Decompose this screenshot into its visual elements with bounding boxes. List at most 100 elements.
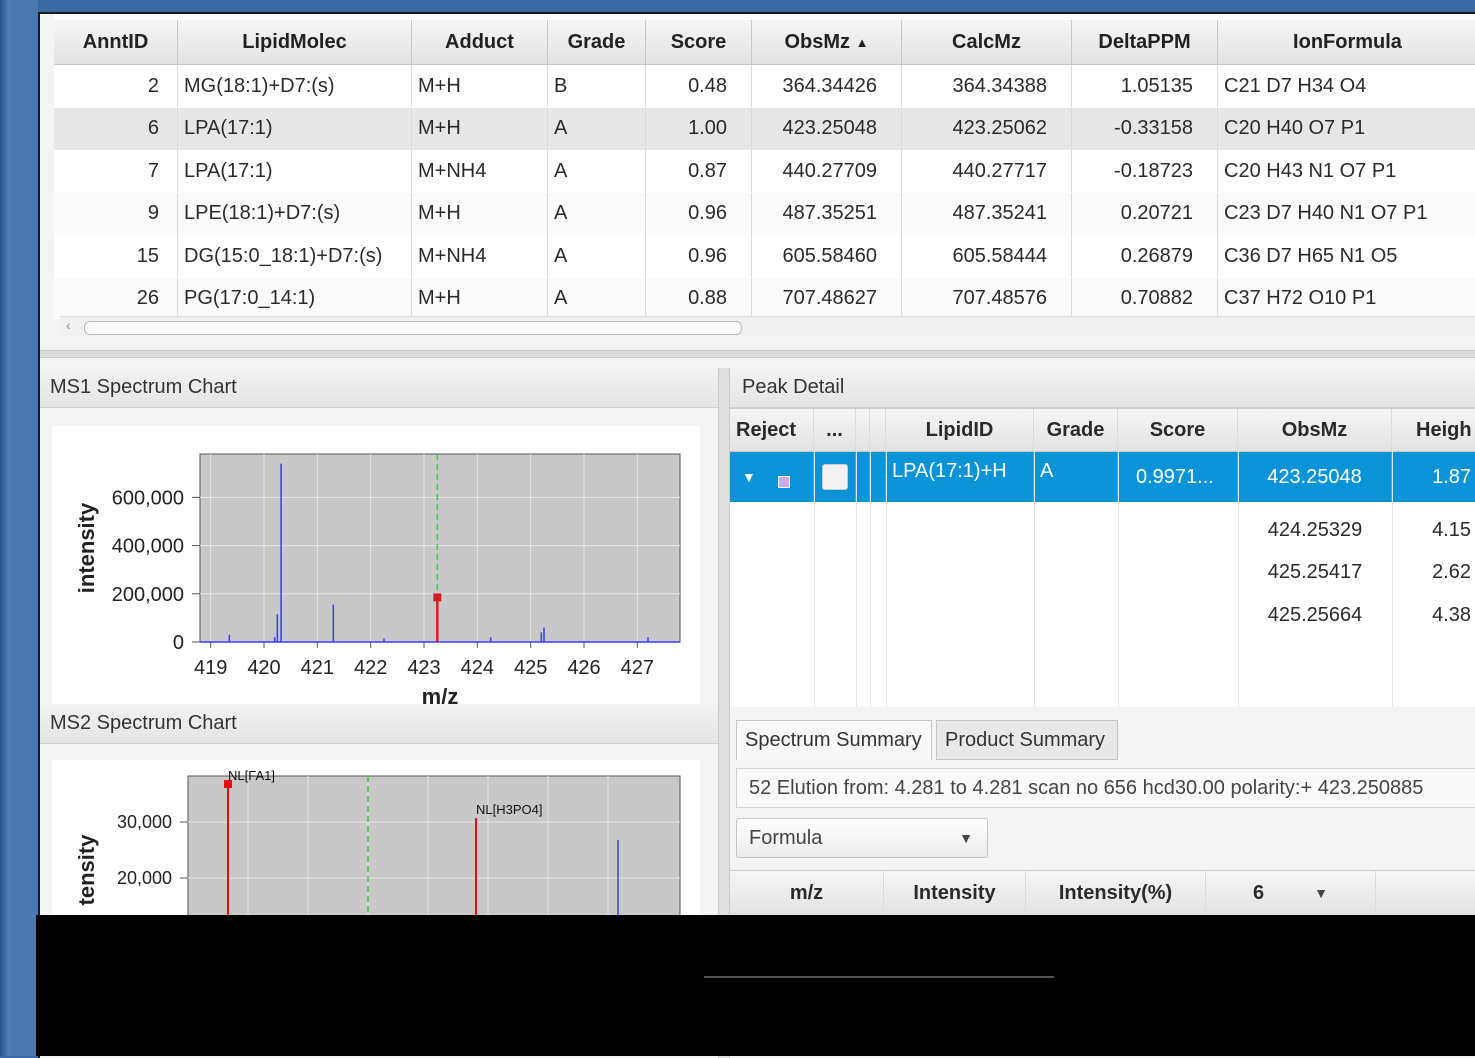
column-header-adduct[interactable]: Adduct (412, 20, 548, 64)
table-cell-anntid: 2 (54, 65, 178, 107)
table-cell-deltappm: 0.20721 (1072, 192, 1218, 235)
formula-dropdown[interactable]: Formula ▼ (736, 818, 988, 858)
ms1-ytick-label: 400,000 (112, 536, 184, 558)
ms1-xtick-label: 426 (567, 657, 600, 679)
select-checkbox[interactable] (821, 464, 848, 490)
table-cell-ionformula: C37 H72 O10 P1 (1218, 278, 1475, 320)
table-cell-adduct: M+H (412, 107, 548, 150)
ms1-ytick-label: 0 (173, 632, 184, 654)
window-frame-border (10, 0, 38, 1056)
table-cell-deltappm: 1.05135 (1072, 65, 1218, 107)
table-cell-grade: A (548, 150, 646, 192)
column-header-deltappm[interactable]: DeltaPPM (1072, 20, 1218, 64)
isotope-row[interactable]: 425.25664 4.38 (730, 594, 1475, 636)
table-row[interactable]: 9 LPE(18:1)+D7:(s) M+H A 0.96 487.35251 487.35… (54, 192, 1475, 235)
table-cell-ionformula: C20 H40 O7 P1 (1218, 108, 1475, 150)
column-header-more[interactable]: ... (814, 409, 856, 451)
grade-cell: A (1034, 452, 1118, 502)
column-header-6[interactable]: 6 ▼ (1206, 871, 1376, 915)
table-cell-calcmz: 605.58444 (902, 235, 1072, 277)
column-header-calcmz[interactable]: CalcMz (902, 20, 1072, 64)
chevron-down-icon[interactable]: ▼ (1314, 885, 1328, 901)
peak-detail-table: Reject ... LipidID Grade Score ObsMz Hei… (730, 408, 1475, 707)
column-header-obsmz[interactable]: ObsMz ▲ (752, 20, 902, 64)
reject-checkbox-icon[interactable] (777, 476, 790, 488)
formula-dropdown-value: Formula (749, 826, 823, 849)
window-frame-left (0, 0, 10, 1056)
ms2-y-axis-label: tensity (74, 834, 99, 906)
column-header-obsmz[interactable]: ObsMz (1238, 409, 1392, 451)
column-header-anntid[interactable]: AnntID (54, 20, 178, 64)
table-row[interactable]: 2 MG(18:1)+D7:(s) M+H B 0.48 364.34426 364.343… (54, 65, 1475, 107)
table-cell-lipidmolec: LPE(18:1)+D7:(s) (178, 192, 412, 235)
column-header-score[interactable]: Score (1118, 409, 1238, 451)
isotope-row[interactable]: 424.25329 4.15 (730, 509, 1475, 551)
select-checkbox-cell[interactable] (814, 452, 856, 502)
sort-ascending-icon: ▲ (855, 34, 869, 50)
ms2-annotation-nl-fa1: NL[FA1] (228, 768, 275, 783)
spacer-cell (856, 452, 870, 502)
table-header: AnntID LipidMolec Adduct Grade Score Obs… (54, 20, 1475, 65)
column-header-lipidmolec[interactable]: LipidMolec (178, 20, 412, 64)
isotope-row[interactable]: 425.25417 2.62 (730, 552, 1475, 594)
horizontal-splitter[interactable] (40, 350, 1475, 358)
table-cell-obsmz: 423.25048 (752, 107, 902, 150)
table-cell-lipidmolec: LPA(17:1) (178, 150, 412, 192)
table-cell-score: 0.96 (646, 192, 752, 235)
table-cell-obsmz: 440.27709 (752, 150, 902, 192)
column-header-reject[interactable]: Reject (730, 409, 814, 451)
column-header-grade[interactable]: Grade (548, 20, 646, 64)
tab-product-summary[interactable]: Product Summary (936, 720, 1118, 760)
table-cell-grade: B (548, 65, 646, 107)
table-row[interactable]: 6 LPA(17:1) M+H A 1.00 423.25048 423.25062 -0.3… (54, 107, 1475, 150)
table-cell-calcmz: 364.34388 (902, 65, 1072, 107)
table-cell-score: 0.87 (646, 150, 752, 192)
table-cell-adduct: M+NH4 (412, 150, 548, 192)
scrollbar-thumb[interactable] (84, 321, 742, 335)
table-cell-lipidmolec: DG(15:0_18:1)+D7:(s) (178, 235, 412, 277)
ms2-annotation-nl-h3po4: NL[H3PO4] (476, 802, 542, 817)
peak-detail-selected-row[interactable]: ▼ LPA(17:1)+H A 0.9971... 423.25048 1.87 (730, 452, 1475, 502)
column-header-lipidid[interactable]: LipidID (886, 409, 1034, 451)
table-row[interactable]: 15 DG(15:0_18:1)+D7:(s) M+NH4 A 0.96 605.5846… (54, 235, 1475, 277)
table-row[interactable]: 7 LPA(17:1) M+NH4 A 0.87 440.27709 440.27717 -0… (54, 150, 1475, 192)
height-cell: 1.87 (1432, 465, 1471, 488)
reject-cell[interactable]: ▼ (730, 452, 814, 502)
column-header-height[interactable]: Heigh (1392, 409, 1475, 451)
column-header-intensity[interactable]: Intensity (884, 871, 1026, 915)
chevron-down-icon: ▼ (959, 830, 973, 846)
column-header-intensity-pct[interactable]: Intensity(%) (1026, 871, 1206, 915)
ms1-x-axis-label: m/z (422, 684, 459, 704)
column-header-mz[interactable]: m/z (730, 871, 884, 915)
scroll-left-icon[interactable]: ‹ (66, 317, 71, 333)
table-cell-grade: A (548, 235, 646, 277)
column-header-spacer (856, 409, 870, 451)
ms1-xtick-label: 424 (461, 657, 494, 679)
isotope-height: 4.38 (1432, 603, 1471, 626)
ms1-chart: 419 420 421 422 423 424 425 426 427 0 200,000 400,0… (52, 426, 700, 709)
ms1-pane-title: MS1 Spectrum Chart (40, 368, 718, 408)
horizontal-scrollbar[interactable]: ‹ (60, 316, 1475, 337)
table-cell-deltappm: -0.33158 (1072, 107, 1218, 150)
table-cell-adduct: M+H (412, 277, 548, 320)
table-cell-score: 0.48 (646, 65, 752, 107)
table-cell-lipidmolec: LPA(17:1) (178, 107, 412, 150)
spectrum-summary-text: 52 Elution from: 4.281 to 4.281 scan no … (736, 768, 1475, 808)
isotope-height: 4.15 (1432, 518, 1471, 541)
table-cell-anntid: 9 (54, 192, 178, 235)
column-header-grade[interactable]: Grade (1034, 409, 1118, 451)
table-cell-score: 0.88 (646, 277, 752, 320)
table-row[interactable]: 26 PG(17:0_14:1) M+H A 0.88 707.48627 707.4857… (54, 277, 1475, 320)
table-cell-ionformula: C21 D7 H34 O4 (1218, 65, 1475, 107)
column-header-score[interactable]: Score (646, 20, 752, 64)
ms1-xtick-label: 421 (301, 657, 334, 679)
expand-triangle-icon[interactable]: ▼ (742, 469, 756, 485)
table-cell-lipidmolec: MG(18:1)+D7:(s) (178, 65, 412, 107)
tab-spectrum-summary[interactable]: Spectrum Summary (736, 720, 932, 760)
column-header-ionformula[interactable]: IonFormula (1218, 20, 1475, 64)
column-header-spacer (870, 409, 886, 451)
ms1-selected-peak-marker (433, 593, 442, 602)
ms1-xtick-label: 423 (407, 657, 440, 679)
table-cell-calcmz: 707.48576 (902, 277, 1072, 320)
lipid-search-window: AnntID LipidMolec Adduct Grade Score Obs… (38, 12, 1475, 1058)
